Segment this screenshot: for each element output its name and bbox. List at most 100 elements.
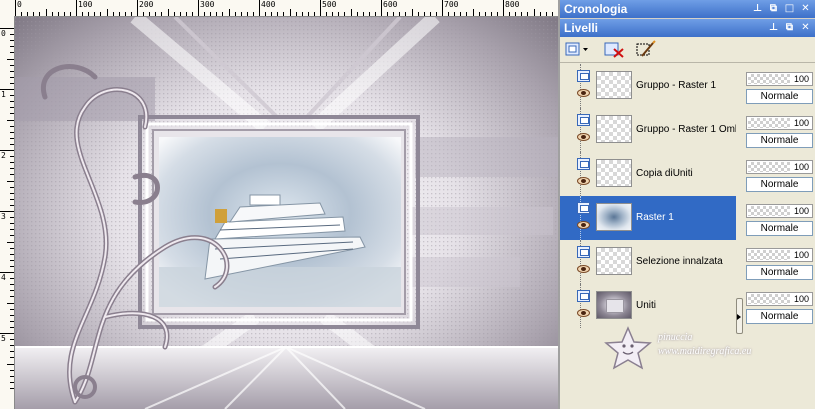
visibility-eye-icon[interactable] [577, 177, 590, 185]
layer-row[interactable]: Gruppo - Raster 1 Ombra [560, 108, 736, 152]
ruler-minor-tick [210, 12, 212, 16]
ruler-label: 100 [78, 0, 93, 9]
layer-properties-row: 100 Normale [744, 64, 815, 108]
ruler-minor-tick [350, 9, 352, 16]
ruler-minor-tick [234, 12, 236, 16]
ruler-minor-tick [399, 12, 401, 16]
opacity-slider[interactable]: 100 [746, 248, 813, 262]
ruler-minor-tick [10, 101, 14, 103]
ruler-label: 1 [1, 90, 6, 99]
ruler-minor-tick [539, 12, 541, 16]
visibility-eye-icon[interactable] [577, 221, 590, 229]
ruler-minor-tick [10, 253, 14, 255]
layer-thumbnail [596, 159, 632, 187]
ruler-minor-tick [10, 259, 14, 261]
blend-mode-select[interactable]: Normale [746, 89, 813, 104]
layer-thumbnail [596, 115, 632, 143]
ruler-label: 0 [17, 0, 22, 9]
ruler-minor-tick [112, 12, 114, 16]
layer-row[interactable]: Copia diUniti [560, 152, 736, 196]
layer-name[interactable]: Raster 1 [636, 196, 736, 240]
visibility-eye-icon[interactable] [577, 133, 590, 141]
blend-mode-select[interactable]: Normale [746, 265, 813, 280]
star-logo-icon [604, 326, 652, 370]
opacity-value: 100 [793, 294, 809, 304]
opacity-slider[interactable]: 100 [746, 160, 813, 174]
pin-icon[interactable]: ⊥ [751, 2, 764, 15]
raster-layer-icon [577, 246, 590, 258]
opacity-slider[interactable]: 100 [746, 116, 813, 130]
image-canvas[interactable] [15, 17, 558, 409]
ruler-minor-tick [39, 12, 41, 16]
layers-panel-title: Livelli [564, 21, 599, 35]
ruler-minor-tick [10, 143, 14, 145]
ruler-minor-tick [10, 125, 14, 127]
opacity-slider[interactable]: 100 [746, 72, 813, 86]
ruler-minor-tick [490, 12, 492, 16]
ruler-label: 4 [1, 273, 6, 282]
layer-name[interactable]: Gruppo - Raster 1 Ombra [636, 108, 736, 152]
visibility-eye-icon[interactable] [577, 309, 590, 317]
blend-mode-select[interactable]: Normale [746, 309, 813, 324]
new-raster-layer-dropdown[interactable] [564, 40, 590, 59]
expand-arrow-icon[interactable] [737, 314, 741, 320]
delete-layer-icon[interactable] [602, 40, 628, 59]
blend-mode-select[interactable]: Normale [746, 177, 813, 192]
layer-name[interactable]: Uniti [636, 284, 736, 328]
layer-name[interactable]: Copia diUniti [636, 152, 736, 196]
layer-row[interactable]: Gruppo - Raster 1 [560, 64, 736, 108]
restore-icon[interactable]: ⧉ [767, 2, 780, 15]
layer-name[interactable]: Selezione innalzata [636, 240, 736, 284]
blend-mode-select[interactable]: Normale [746, 133, 813, 148]
ruler-minor-tick [10, 308, 14, 310]
ruler-minor-tick [7, 241, 14, 243]
canvas-artwork [15, 17, 558, 409]
layer-name[interactable]: Gruppo - Raster 1 [636, 64, 736, 108]
layer-thumbnail [596, 203, 632, 231]
ruler-minor-tick [88, 12, 90, 16]
ruler-minor-tick [10, 290, 14, 292]
ruler-minor-tick [10, 168, 14, 170]
pin-icon[interactable]: ⊥ [767, 21, 780, 34]
ruler-label: 600 [383, 0, 398, 9]
history-panel-titlebar[interactable]: Cronologia ⊥ ⧉ □ ✕ [560, 0, 815, 18]
close-icon[interactable]: ✕ [799, 21, 812, 34]
edit-selection-icon[interactable] [634, 40, 660, 59]
ruler-minor-tick [545, 12, 547, 16]
visibility-eye-icon[interactable] [577, 89, 590, 97]
maximize-icon[interactable]: □ [783, 2, 796, 15]
visibility-eye-icon[interactable] [577, 265, 590, 273]
ruler-minor-tick [143, 12, 145, 16]
ruler-major-tick [259, 0, 260, 16]
ruler-minor-tick [10, 339, 14, 341]
layer-properties-row: 100 Normale [744, 284, 815, 328]
ruler-minor-tick [94, 12, 96, 16]
ruler-minor-tick [10, 64, 14, 66]
ruler-minor-tick [7, 119, 14, 121]
layer-row[interactable]: Raster 1 [560, 196, 736, 240]
ruler-minor-tick [10, 369, 14, 371]
ruler-minor-tick [216, 12, 218, 16]
layer-row[interactable]: Selezione innalzata [560, 240, 736, 284]
ruler-minor-tick [10, 174, 14, 176]
layers-panel-titlebar[interactable]: Livelli ⊥ ⧉ ✕ [560, 19, 815, 37]
opacity-slider[interactable]: 100 [746, 292, 813, 306]
restore-icon[interactable]: ⧉ [783, 21, 796, 34]
left-ruler: 0 1 2 3 4 5 [0, 16, 15, 409]
close-icon[interactable]: ✕ [799, 2, 812, 15]
opacity-slider[interactable]: 100 [746, 204, 813, 218]
opacity-value: 100 [793, 74, 809, 84]
ruler-major-tick [76, 0, 77, 16]
layer-properties-row: 100 Normale [744, 152, 815, 196]
ruler-minor-tick [179, 12, 181, 16]
blend-mode-select[interactable]: Normale [746, 221, 813, 236]
layer-properties-row: 100 Normale [744, 196, 815, 240]
ruler-minor-tick [63, 12, 65, 16]
ruler-minor-tick [429, 12, 431, 16]
ruler-minor-tick [21, 12, 23, 16]
ruler-minor-tick [228, 9, 230, 16]
layer-row[interactable]: Uniti [560, 284, 736, 328]
ruler-minor-tick [82, 12, 84, 16]
ruler-minor-tick [33, 12, 35, 16]
ruler-minor-tick [10, 131, 14, 133]
